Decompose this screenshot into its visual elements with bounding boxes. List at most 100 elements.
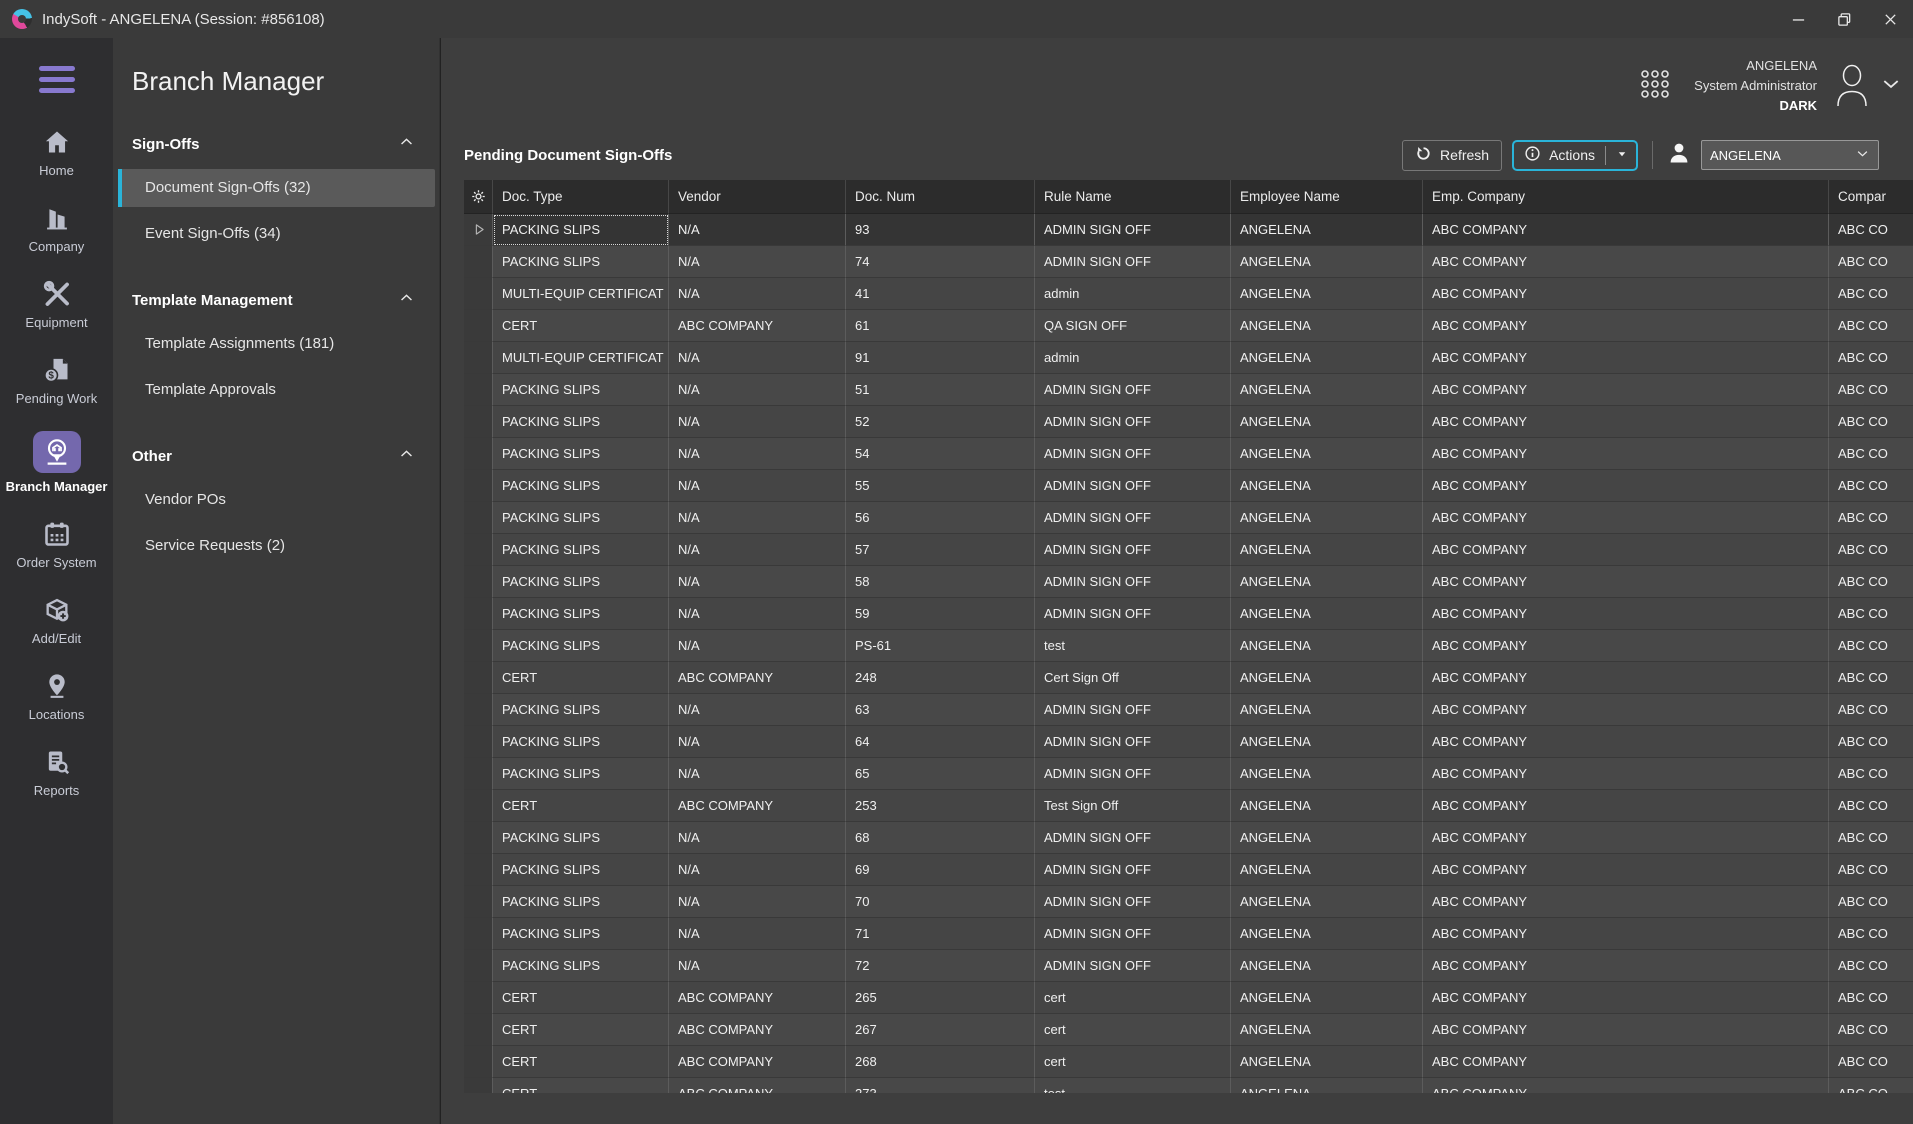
column-header-employee-name[interactable]: Employee Name bbox=[1231, 180, 1423, 214]
cell-emp-company[interactable]: ABC COMPANY bbox=[1423, 534, 1829, 566]
cell-rule-name[interactable]: cert bbox=[1035, 1014, 1231, 1046]
cell-rule-name[interactable]: ADMIN SIGN OFF bbox=[1035, 534, 1231, 566]
table-row[interactable]: CERTABC COMPANY61QA SIGN OFFANGELENAABC … bbox=[464, 310, 1913, 342]
cell-vendor[interactable]: N/A bbox=[669, 598, 846, 630]
table-row[interactable]: PACKING SLIPSN/A69ADMIN SIGN OFFANGELENA… bbox=[464, 854, 1913, 886]
cell-rule-name[interactable]: ADMIN SIGN OFF bbox=[1035, 566, 1231, 598]
table-row[interactable]: PACKING SLIPSN/A74ADMIN SIGN OFFANGELENA… bbox=[464, 246, 1913, 278]
cell-doc-type[interactable]: PACKING SLIPS bbox=[493, 886, 669, 918]
cell-doc-type[interactable]: CERT bbox=[493, 982, 669, 1014]
cell-doc-type[interactable]: CERT bbox=[493, 1078, 669, 1093]
employee-filter-select[interactable]: ANGELENA bbox=[1701, 140, 1879, 170]
cell-employee-name[interactable]: ANGELENA bbox=[1231, 214, 1423, 246]
row-indicator[interactable] bbox=[464, 502, 493, 534]
cell-employee-name[interactable]: ANGELENA bbox=[1231, 1046, 1423, 1078]
cell-rule-name[interactable]: cert bbox=[1035, 1046, 1231, 1078]
cell-compar[interactable]: ABC CO bbox=[1829, 662, 1913, 694]
cell-vendor[interactable]: N/A bbox=[669, 374, 846, 406]
cell-compar[interactable]: ABC CO bbox=[1829, 374, 1913, 406]
column-header-doc-num[interactable]: Doc. Num bbox=[846, 180, 1035, 214]
table-row[interactable]: PACKING SLIPSN/A57ADMIN SIGN OFFANGELENA… bbox=[464, 534, 1913, 566]
cell-doc-num[interactable]: 68 bbox=[846, 822, 1035, 854]
table-row[interactable]: PACKING SLIPSN/A65ADMIN SIGN OFFANGELENA… bbox=[464, 758, 1913, 790]
cell-doc-type[interactable]: PACKING SLIPS bbox=[493, 918, 669, 950]
cell-rule-name[interactable]: ADMIN SIGN OFF bbox=[1035, 726, 1231, 758]
table-row[interactable]: PACKING SLIPSN/A58ADMIN SIGN OFFANGELENA… bbox=[464, 566, 1913, 598]
column-header-doc-type[interactable]: Doc. Type bbox=[493, 180, 669, 214]
sidebar-item-pending-work[interactable]: $Pending Work bbox=[4, 355, 109, 407]
row-indicator[interactable] bbox=[464, 822, 493, 854]
cell-rule-name[interactable]: ADMIN SIGN OFF bbox=[1035, 758, 1231, 790]
cell-vendor[interactable]: ABC COMPANY bbox=[669, 982, 846, 1014]
cell-compar[interactable]: ABC CO bbox=[1829, 214, 1913, 246]
grid-customize-button[interactable] bbox=[464, 180, 493, 214]
cell-emp-company[interactable]: ABC COMPANY bbox=[1423, 790, 1829, 822]
table-row[interactable]: PACKING SLIPSN/A56ADMIN SIGN OFFANGELENA… bbox=[464, 502, 1913, 534]
cell-doc-num[interactable]: 268 bbox=[846, 1046, 1035, 1078]
sidebar-item-equipment[interactable]: Equipment bbox=[4, 279, 109, 331]
cell-employee-name[interactable]: ANGELENA bbox=[1231, 790, 1423, 822]
cell-doc-num[interactable]: 91 bbox=[846, 342, 1035, 374]
cell-vendor[interactable]: N/A bbox=[669, 854, 846, 886]
table-row[interactable]: CERTABC COMPANY268certANGELENAABC COMPAN… bbox=[464, 1046, 1913, 1078]
cell-vendor[interactable]: ABC COMPANY bbox=[669, 1014, 846, 1046]
row-indicator[interactable] bbox=[464, 950, 493, 982]
cell-doc-num[interactable]: 253 bbox=[846, 790, 1035, 822]
cell-emp-company[interactable]: ABC COMPANY bbox=[1423, 502, 1829, 534]
cell-employee-name[interactable]: ANGELENA bbox=[1231, 310, 1423, 342]
cell-compar[interactable]: ABC CO bbox=[1829, 886, 1913, 918]
row-indicator[interactable] bbox=[464, 854, 493, 886]
cell-doc-type[interactable]: CERT bbox=[493, 310, 669, 342]
column-header-rule-name[interactable]: Rule Name bbox=[1035, 180, 1231, 214]
cell-doc-num[interactable]: 74 bbox=[846, 246, 1035, 278]
cell-emp-company[interactable]: ABC COMPANY bbox=[1423, 630, 1829, 662]
cell-doc-num[interactable]: 55 bbox=[846, 470, 1035, 502]
cell-doc-num[interactable]: 65 bbox=[846, 758, 1035, 790]
cell-doc-num[interactable]: 71 bbox=[846, 918, 1035, 950]
cell-rule-name[interactable]: ADMIN SIGN OFF bbox=[1035, 214, 1231, 246]
cell-vendor[interactable]: ABC COMPANY bbox=[669, 662, 846, 694]
cell-compar[interactable]: ABC CO bbox=[1829, 598, 1913, 630]
cell-rule-name[interactable]: ADMIN SIGN OFF bbox=[1035, 886, 1231, 918]
cell-employee-name[interactable]: ANGELENA bbox=[1231, 406, 1423, 438]
cell-vendor[interactable]: N/A bbox=[669, 694, 846, 726]
cell-rule-name[interactable]: ADMIN SIGN OFF bbox=[1035, 406, 1231, 438]
cell-emp-company[interactable]: ABC COMPANY bbox=[1423, 726, 1829, 758]
table-row[interactable]: PACKING SLIPSN/A54ADMIN SIGN OFFANGELENA… bbox=[464, 438, 1913, 470]
cell-compar[interactable]: ABC CO bbox=[1829, 406, 1913, 438]
cell-doc-type[interactable]: PACKING SLIPS bbox=[493, 630, 669, 662]
cell-emp-company[interactable]: ABC COMPANY bbox=[1423, 822, 1829, 854]
row-indicator[interactable] bbox=[464, 630, 493, 662]
cell-emp-company[interactable]: ABC COMPANY bbox=[1423, 662, 1829, 694]
cell-emp-company[interactable]: ABC COMPANY bbox=[1423, 278, 1829, 310]
cell-doc-type[interactable]: MULTI-EQUIP CERTIFICAT bbox=[493, 342, 669, 374]
cell-employee-name[interactable]: ANGELENA bbox=[1231, 470, 1423, 502]
sidebar-item-add-edit[interactable]: Add/Edit bbox=[4, 595, 109, 647]
sidebar-item-reports[interactable]: Reports bbox=[4, 747, 109, 799]
cell-vendor[interactable]: N/A bbox=[669, 246, 846, 278]
row-indicator[interactable] bbox=[464, 438, 493, 470]
maximize-button[interactable] bbox=[1821, 0, 1867, 38]
chevron-down-icon[interactable] bbox=[1881, 74, 1901, 99]
cell-compar[interactable]: ABC CO bbox=[1829, 470, 1913, 502]
cell-vendor[interactable]: N/A bbox=[669, 470, 846, 502]
cell-compar[interactable]: ABC CO bbox=[1829, 502, 1913, 534]
cell-doc-num[interactable]: 248 bbox=[846, 662, 1035, 694]
cell-emp-company[interactable]: ABC COMPANY bbox=[1423, 310, 1829, 342]
cell-doc-num[interactable]: PS-61 bbox=[846, 630, 1035, 662]
cell-employee-name[interactable]: ANGELENA bbox=[1231, 534, 1423, 566]
cell-doc-type[interactable]: PACKING SLIPS bbox=[493, 246, 669, 278]
table-row[interactable]: MULTI-EQUIP CERTIFICATN/A91adminANGELENA… bbox=[464, 342, 1913, 374]
row-indicator[interactable] bbox=[464, 1014, 493, 1046]
cell-doc-type[interactable]: PACKING SLIPS bbox=[493, 758, 669, 790]
row-indicator[interactable] bbox=[464, 470, 493, 502]
cell-employee-name[interactable]: ANGELENA bbox=[1231, 278, 1423, 310]
cell-rule-name[interactable]: ADMIN SIGN OFF bbox=[1035, 854, 1231, 886]
cell-doc-num[interactable]: 64 bbox=[846, 726, 1035, 758]
row-indicator[interactable] bbox=[464, 694, 493, 726]
cell-employee-name[interactable]: ANGELENA bbox=[1231, 630, 1423, 662]
row-indicator[interactable] bbox=[464, 310, 493, 342]
table-row[interactable]: CERTABC COMPANY253Test Sign OffANGELENAA… bbox=[464, 790, 1913, 822]
nav-item-vendor-pos[interactable]: Vendor POs bbox=[118, 481, 435, 519]
cell-vendor[interactable]: N/A bbox=[669, 342, 846, 374]
